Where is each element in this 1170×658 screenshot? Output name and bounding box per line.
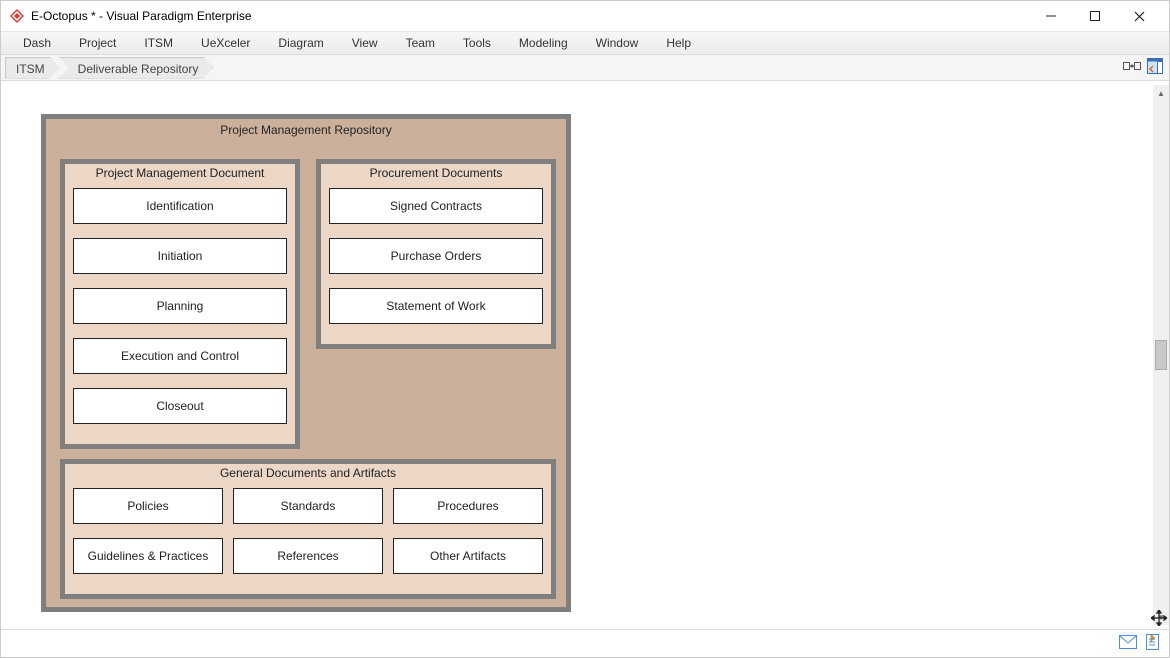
package-procurement[interactable]: Procurement Documents Signed Contracts P… (316, 159, 556, 349)
menu-project[interactable]: Project (65, 33, 130, 53)
menu-diagram[interactable]: Diagram (264, 33, 337, 53)
titlebar: E-Octopus * - Visual Paradigm Enterprise (1, 1, 1169, 31)
vertical-scrollbar[interactable]: ▲ ▼ (1153, 85, 1169, 625)
box-procedures[interactable]: Procedures (393, 488, 543, 524)
package-pm-document[interactable]: Project Management Document Identificati… (60, 159, 300, 449)
box-initiation[interactable]: Initiation (73, 238, 287, 274)
app-icon (9, 8, 25, 24)
menu-uexceler[interactable]: UeXceler (187, 33, 264, 53)
box-policies[interactable]: Policies (73, 488, 223, 524)
box-standards[interactable]: Standards (233, 488, 383, 524)
menu-team[interactable]: Team (392, 33, 449, 53)
menu-help[interactable]: Help (652, 33, 705, 53)
window-title: E-Octopus * - Visual Paradigm Enterprise (31, 9, 1029, 23)
note-icon[interactable] (1145, 634, 1161, 653)
breadcrumb-itsm[interactable]: ITSM (5, 57, 60, 79)
status-bar (1, 629, 1169, 657)
window-controls (1029, 1, 1161, 31)
box-identification[interactable]: Identification (73, 188, 287, 224)
menu-tools[interactable]: Tools (449, 33, 505, 53)
box-references[interactable]: References (233, 538, 383, 574)
minimize-button[interactable] (1029, 1, 1073, 31)
maximize-button[interactable] (1073, 1, 1117, 31)
panel-toggle-icon[interactable] (1147, 58, 1163, 77)
menu-itsm[interactable]: ITSM (130, 33, 187, 53)
scroll-thumb[interactable] (1155, 340, 1167, 370)
box-closeout[interactable]: Closeout (73, 388, 287, 424)
close-button[interactable] (1117, 1, 1161, 31)
box-guidelines-practices[interactable]: Guidelines & Practices (73, 538, 223, 574)
box-purchase-orders[interactable]: Purchase Orders (329, 238, 543, 274)
breadcrumb: ITSM Deliverable Repository (5, 57, 212, 79)
box-execution-control[interactable]: Execution and Control (73, 338, 287, 374)
package-title: Project Management Repository (46, 119, 566, 143)
breadcrumb-deliverable-repository[interactable]: Deliverable Repository (59, 57, 214, 79)
move-cursor-icon (1151, 610, 1167, 629)
gen-title: General Documents and Artifacts (65, 464, 551, 484)
menu-dash[interactable]: Dash (9, 33, 65, 53)
box-planning[interactable]: Planning (73, 288, 287, 324)
menu-modeling[interactable]: Modeling (505, 33, 582, 53)
diagram-canvas[interactable]: Project Management Repository Project Ma… (1, 81, 1153, 629)
toolbar-right (1123, 58, 1163, 77)
pm-doc-title: Project Management Document (65, 164, 295, 184)
mail-icon[interactable] (1119, 635, 1137, 652)
procurement-title: Procurement Documents (321, 164, 551, 184)
box-statement-of-work[interactable]: Statement of Work (329, 288, 543, 324)
box-signed-contracts[interactable]: Signed Contracts (329, 188, 543, 224)
package-project-management-repository[interactable]: Project Management Repository Project Ma… (41, 114, 571, 612)
canvas-area: Project Management Repository Project Ma… (1, 81, 1169, 629)
box-other-artifacts[interactable]: Other Artifacts (393, 538, 543, 574)
breadcrumb-bar: ITSM Deliverable Repository (1, 55, 1169, 81)
package-general-documents[interactable]: General Documents and Artifacts Policies… (60, 459, 556, 599)
menu-window[interactable]: Window (582, 33, 653, 53)
menu-view[interactable]: View (338, 33, 392, 53)
scroll-up-icon[interactable]: ▲ (1153, 85, 1169, 101)
menu-bar: Dash Project ITSM UeXceler Diagram View … (1, 31, 1169, 55)
layout-icon[interactable] (1123, 58, 1141, 77)
